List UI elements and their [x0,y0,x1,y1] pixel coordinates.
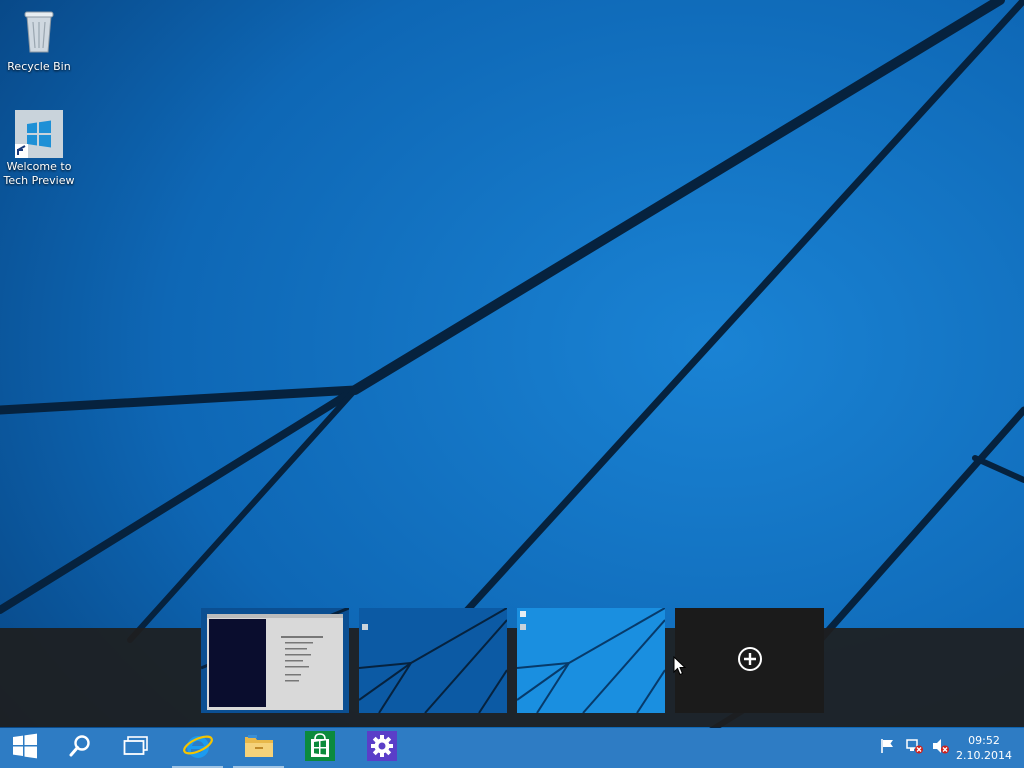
store-button[interactable] [296,728,344,768]
welcome-tech-preview-shortcut[interactable]: Welcome to Tech Preview [0,110,78,188]
task-view-button[interactable] [112,728,160,768]
task-view-icon [123,736,149,760]
clock-date: 2.10.2014 [956,749,1012,762]
windows-logo-icon [15,110,63,158]
virtual-desktop-thumbnail-2[interactable] [359,608,507,713]
mouse-cursor-icon [673,656,687,676]
search-button[interactable] [56,728,104,768]
virtual-desktop-thumbnail-1[interactable] [201,608,349,713]
store-icon [305,731,335,765]
welcome-label-line2: Tech Preview [3,174,75,187]
welcome-label-line1: Welcome to [6,160,72,173]
windows-logo-icon [12,733,38,763]
internet-explorer-icon [182,730,214,766]
recycle-bin-icon [0,8,78,58]
action-center-flag-icon[interactable] [880,738,896,758]
search-icon [68,734,92,762]
clock-time: 09:52 [968,734,1000,747]
internet-explorer-button[interactable] [169,728,226,768]
recycle-bin-shortcut[interactable]: Recycle Bin [0,8,78,74]
recycle-bin-label: Recycle Bin [7,60,71,73]
volume-muted-icon[interactable] [932,738,950,758]
virtual-desktop-thumbnail-3[interactable] [517,608,665,713]
settings-gear-icon [367,731,397,765]
virtual-desktops-bar [0,628,1024,727]
network-disconnected-icon[interactable] [906,738,924,758]
file-explorer-icon [244,733,274,763]
plus-circle-icon [737,646,763,676]
add-desktop-button[interactable] [675,608,824,713]
taskbar-clock[interactable]: 09:52 2.10.2014 [950,733,1018,763]
settings-button[interactable] [358,728,406,768]
file-explorer-button[interactable] [230,728,287,768]
system-tray [876,728,950,768]
start-button[interactable] [0,728,50,768]
